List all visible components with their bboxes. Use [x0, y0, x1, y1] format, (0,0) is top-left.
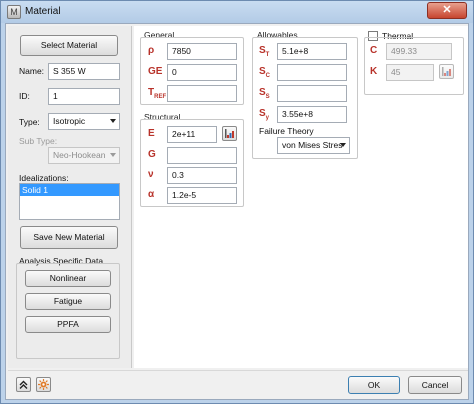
- thermal-expansion-symbol: α: [148, 189, 155, 200]
- temperature-dependence-icon[interactable]: [222, 126, 237, 141]
- conductivity-temperature-icon: [439, 64, 454, 79]
- material-window: M Material ✕ Select Material Name: S 355…: [0, 0, 474, 404]
- conductivity-field: 45: [386, 64, 434, 81]
- yield-allowable-field[interactable]: 3.55e+8: [277, 106, 347, 123]
- sc-letter: S: [259, 66, 266, 77]
- ge-field[interactable]: 0: [167, 64, 237, 81]
- specific-heat-field: 499.33: [386, 43, 452, 60]
- shear-modulus-symbol: G: [148, 149, 156, 160]
- youngs-modulus-symbol: E: [148, 128, 155, 139]
- tref-symbol: TREF: [148, 87, 166, 100]
- compressive-allowable-symbol: SC: [259, 66, 270, 79]
- shear-modulus-field[interactable]: [167, 147, 237, 164]
- app-icon: M: [7, 5, 21, 19]
- failure-theory-value: von Mises Stres: [282, 140, 343, 150]
- ss-subscript: S: [265, 94, 270, 100]
- idealizations-list[interactable]: Solid 1: [19, 183, 120, 220]
- poisson-ratio-symbol: ν: [148, 169, 154, 180]
- chevron-down-icon: [340, 143, 346, 147]
- nonlinear-button[interactable]: Nonlinear: [25, 270, 111, 287]
- youngs-modulus-field[interactable]: 2e+11: [167, 126, 217, 143]
- dialog-client: Select Material Name: S 355 W ID: 1 Type…: [5, 23, 469, 400]
- subtype-select: Neo-Hookean: [48, 147, 120, 164]
- sc-subscript: C: [265, 73, 271, 79]
- title-bar[interactable]: M Material ✕: [1, 1, 473, 23]
- close-button[interactable]: ✕: [427, 2, 467, 19]
- tensile-allowable-field[interactable]: 5.1e+8: [277, 43, 347, 60]
- yield-allowable-symbol: Sy: [259, 108, 269, 121]
- left-panel: Select Material Name: S 355 W ID: 1 Type…: [8, 26, 132, 368]
- failure-theory-select[interactable]: von Mises Stres: [277, 137, 350, 154]
- settings-icon[interactable]: [36, 377, 51, 392]
- properties-panel: General ρ 7850 GE 0 TREF Structural E 2e…: [134, 26, 468, 368]
- bottom-bar: OK Cancel: [8, 370, 468, 399]
- tref-field[interactable]: [167, 85, 237, 102]
- name-label: Name:: [19, 66, 45, 76]
- thermal-expansion-field[interactable]: 1.2e-5: [167, 187, 237, 204]
- specific-heat-symbol: C: [370, 45, 378, 56]
- list-item[interactable]: Solid 1: [20, 184, 119, 196]
- compressive-allowable-field[interactable]: [277, 64, 347, 81]
- cancel-button[interactable]: Cancel: [408, 376, 462, 394]
- density-symbol: ρ: [148, 45, 155, 56]
- sy-letter: S: [259, 108, 266, 119]
- ss-letter: S: [259, 87, 266, 98]
- subtype-label: Sub Type:: [19, 136, 58, 146]
- sy-subscript: y: [265, 115, 270, 121]
- type-label: Type:: [19, 117, 40, 127]
- subtype-select-value: Neo-Hookean: [53, 150, 106, 160]
- poisson-ratio-field[interactable]: 0.3: [167, 167, 237, 184]
- failure-theory-label: Failure Theory: [259, 126, 314, 136]
- shear-allowable-symbol: SS: [259, 87, 270, 100]
- st-letter: S: [259, 45, 266, 56]
- select-material-button[interactable]: Select Material: [20, 35, 118, 56]
- type-select[interactable]: Isotropic: [48, 113, 120, 130]
- type-select-value: Isotropic: [53, 116, 86, 126]
- ok-button[interactable]: OK: [348, 376, 400, 394]
- save-new-material-button[interactable]: Save New Material: [20, 226, 118, 249]
- conductivity-symbol: K: [370, 66, 378, 77]
- chevron-down-icon: [110, 119, 116, 123]
- id-field[interactable]: 1: [48, 88, 120, 105]
- st-subscript: T: [265, 52, 270, 58]
- window-title: Material: [25, 6, 61, 17]
- collapse-up-icon[interactable]: [16, 377, 31, 392]
- fatigue-button[interactable]: Fatigue: [25, 293, 111, 310]
- tensile-allowable-symbol: ST: [259, 45, 269, 58]
- tref-subscript: REF: [154, 94, 167, 100]
- ppfa-button[interactable]: PPFA: [25, 316, 111, 333]
- shear-allowable-field[interactable]: [277, 85, 347, 102]
- name-field[interactable]: S 355 W: [48, 63, 120, 80]
- ge-symbol: GE: [148, 66, 163, 77]
- idealizations-label: Idealizations:: [19, 173, 69, 183]
- id-label: ID:: [19, 91, 30, 101]
- chevron-down-icon: [110, 153, 116, 157]
- density-field[interactable]: 7850: [167, 43, 237, 60]
